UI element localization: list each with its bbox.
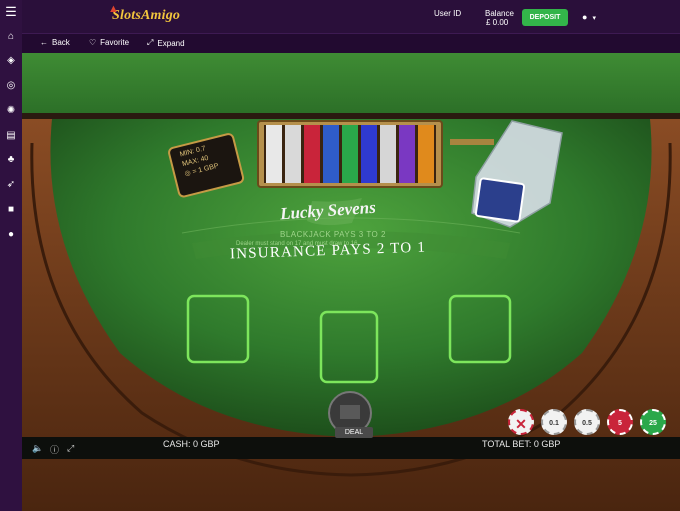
favorite-button[interactable]: ♡ Favorite — [89, 38, 129, 47]
fullscreen-icon[interactable]: ⤢ — [67, 443, 74, 454]
cards-icon[interactable]: ▤ — [4, 129, 18, 143]
deal-icon — [340, 405, 360, 419]
menu-icon[interactable]: ☰ — [4, 5, 18, 19]
bottom-status-bar — [22, 437, 680, 459]
expand-icon: ⤢ — [147, 38, 154, 47]
heart-icon: ♡ — [89, 38, 97, 47]
casino-chip-icon[interactable]: ✺ — [4, 104, 18, 118]
chip-5[interactable]: 5 — [607, 409, 633, 435]
info-icon[interactable]: ⓘ — [50, 443, 59, 456]
chip-25[interactable]: 25 — [640, 409, 666, 435]
chip-0-5[interactable]: 0.5 — [574, 409, 600, 435]
chat-icon[interactable]: ● — [4, 228, 18, 242]
balance-value: £ 0.00 — [486, 18, 509, 27]
logo-text: SlotsAmigo — [112, 8, 181, 23]
site-logo[interactable]: ▲ SlotsAmigo — [108, 3, 181, 24]
chip-stacks — [266, 125, 434, 183]
gift-icon[interactable]: ■ — [4, 203, 18, 217]
table-games-icon[interactable]: ♣ — [4, 153, 18, 167]
sidebar — [0, 0, 22, 511]
discard-slot — [450, 139, 494, 145]
top-bar — [0, 0, 680, 34]
user-id-label: User ID — [434, 9, 462, 18]
favorite-label: Favorite — [100, 38, 130, 47]
roulette-icon[interactable]: ◎ — [4, 79, 18, 93]
cash-display: CASH: 0 GBP — [163, 439, 220, 449]
deal-button[interactable]: DEAL — [335, 427, 373, 438]
cash-label: CASH: — [163, 439, 191, 449]
chip-0-1[interactable]: 0.1 — [541, 409, 567, 435]
total-bet-value: 0 GBP — [533, 439, 561, 449]
slots-icon[interactable]: ◈ — [4, 54, 18, 68]
deposit-button[interactable]: DEPOSIT — [522, 9, 568, 26]
expand-button[interactable]: ⤢ Expand — [147, 38, 185, 48]
back-button[interactable]: ← Back — [40, 38, 70, 47]
sombrero-icon: ▲ — [108, 3, 120, 15]
table-back-edge — [22, 113, 680, 119]
cash-value: 0 GBP — [193, 439, 220, 449]
total-bet-label: TOTAL BET: — [482, 439, 532, 449]
total-bet-display: TOTAL BET: 0 GBP — [482, 439, 560, 449]
expand-label: Expand — [157, 38, 185, 48]
back-felt — [22, 53, 680, 117]
clear-bet-button[interactable]: ✕ — [508, 409, 534, 435]
account-menu[interactable]: ● ▾ — [582, 12, 596, 22]
sound-icon[interactable]: 🔈 — [32, 443, 43, 454]
user-icon: ● — [582, 12, 588, 22]
back-arrow-icon: ← — [40, 38, 48, 47]
back-label: Back — [52, 38, 70, 47]
home-icon[interactable]: ⌂ — [4, 30, 18, 44]
rocket-icon[interactable]: ➶ — [4, 178, 18, 192]
balance-label: Balance — [485, 9, 514, 18]
chevron-down-icon: ▾ — [592, 15, 596, 22]
blackjack-pays-text: BLACKJACK PAYS 3 TO 2 — [280, 230, 386, 239]
